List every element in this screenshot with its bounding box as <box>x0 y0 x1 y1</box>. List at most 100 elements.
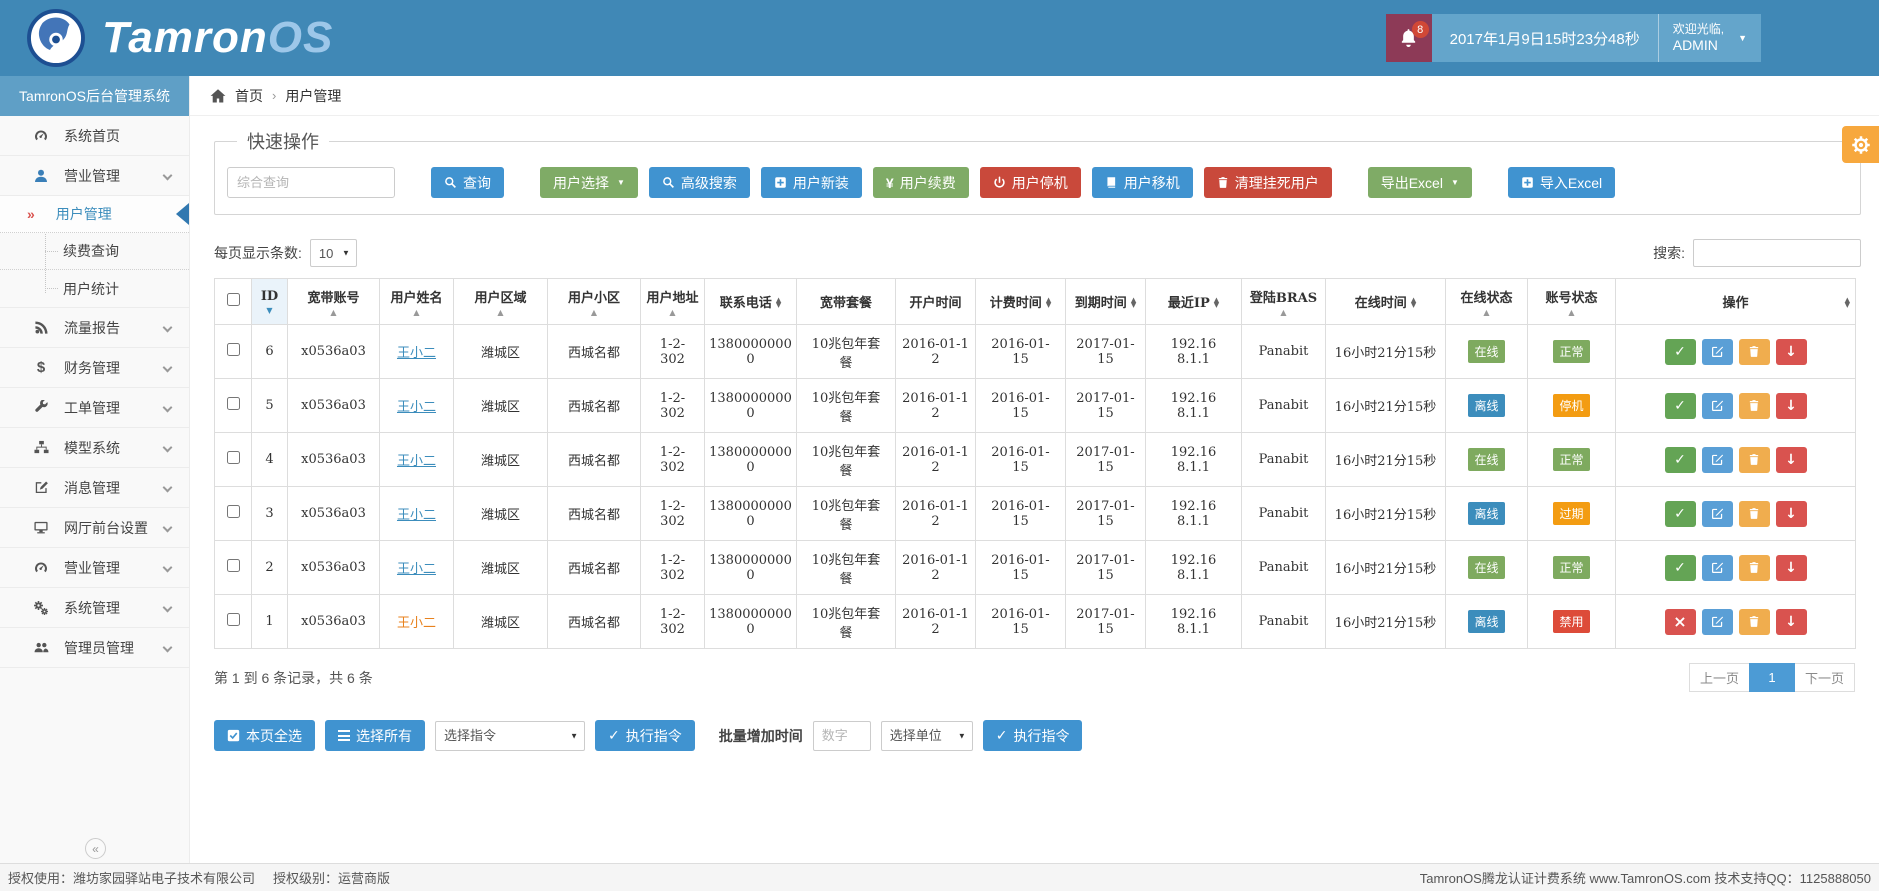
enable-user-button[interactable]: ✓ <box>1665 393 1696 419</box>
sidebar-item-user-mgmt[interactable]: » 用户管理 <box>0 196 189 233</box>
sidebar-item-admin-mgmt[interactable]: 管理员管理 <box>0 628 189 668</box>
row-checkbox[interactable] <box>227 505 240 518</box>
new-user-button[interactable]: 用户新装 <box>761 167 862 198</box>
row-checkbox[interactable] <box>227 451 240 464</box>
sort-desc-icon: ▼ <box>255 307 284 314</box>
row-checkbox[interactable] <box>227 559 240 572</box>
sidebar-item-workorder-mgmt[interactable]: 工单管理 <box>0 388 189 428</box>
header-account[interactable]: 宽带账号▲ <box>288 279 380 325</box>
page-1-button[interactable]: 1 <box>1749 663 1795 692</box>
enable-user-button[interactable]: ✓ <box>1665 555 1696 581</box>
download-user-button[interactable]: ↓ <box>1776 555 1807 581</box>
row-checkbox[interactable] <box>227 397 240 410</box>
suspend-user-button[interactable]: 用户停机 <box>980 167 1081 198</box>
download-user-button[interactable]: ↓ <box>1776 447 1807 473</box>
enable-user-button[interactable]: ✓ <box>1665 447 1696 473</box>
header-account-status[interactable]: 账号状态▲ <box>1528 279 1616 325</box>
header-ip[interactable]: 最近IP▲▼ <box>1146 279 1242 325</box>
edit-user-button[interactable] <box>1702 339 1733 365</box>
header-phone[interactable]: 联系电话▲▼ <box>705 279 797 325</box>
header-address[interactable]: 用户地址▲ <box>641 279 705 325</box>
user-name-link[interactable]: 王小二 <box>397 616 436 631</box>
cell-bras: Panabit <box>1242 595 1326 649</box>
user-select-dropdown[interactable]: 用户选择▼ <box>540 167 638 198</box>
sidebar-item-model-system[interactable]: 模型系统 <box>0 428 189 468</box>
user-name-link[interactable]: 王小二 <box>397 508 436 523</box>
delete-user-button[interactable] <box>1739 393 1770 419</box>
select-all-button[interactable]: 选择所有 <box>325 720 425 751</box>
delete-user-button[interactable] <box>1739 555 1770 581</box>
clean-dead-users-button[interactable]: 清理挂死用户 <box>1204 167 1332 198</box>
header-bras[interactable]: 登陆BRAS▲ <box>1242 279 1326 325</box>
sidebar-item-system-mgmt[interactable]: 系统管理 <box>0 588 189 628</box>
per-page-select[interactable]: 10 <box>310 239 357 267</box>
sidebar-item-traffic-report[interactable]: 流量报告 <box>0 308 189 348</box>
user-name-link[interactable]: 王小二 <box>397 400 436 415</box>
edit-user-button[interactable] <box>1702 609 1733 635</box>
sidebar-item-portal-settings[interactable]: 网厅前台设置 <box>0 508 189 548</box>
header-bill-date[interactable]: 计费时间▲▼ <box>976 279 1066 325</box>
header-expire-date[interactable]: 到期时间▲▼ <box>1066 279 1146 325</box>
enable-user-button[interactable]: ✓ <box>1665 339 1696 365</box>
row-checkbox[interactable] <box>227 613 240 626</box>
user-name-link[interactable]: 王小二 <box>397 562 436 577</box>
unit-select[interactable]: 选择单位 <box>881 721 973 751</box>
select-page-button[interactable]: 本页全选 <box>214 720 315 751</box>
header-plan[interactable]: 宽带套餐 <box>797 279 896 325</box>
download-user-button[interactable]: ↓ <box>1776 393 1807 419</box>
download-icon: ↓ <box>1785 507 1797 521</box>
select-all-checkbox[interactable] <box>227 293 240 306</box>
sidebar-item-system-home[interactable]: 系统首页 <box>0 116 189 156</box>
delete-user-button[interactable] <box>1739 609 1770 635</box>
settings-gear-button[interactable] <box>1842 126 1879 163</box>
edit-user-button[interactable] <box>1702 447 1733 473</box>
header-region[interactable]: 用户区域▲ <box>454 279 548 325</box>
query-button[interactable]: 查询 <box>431 167 504 198</box>
breadcrumb-home[interactable]: 首页 <box>235 86 263 106</box>
edit-user-button[interactable] <box>1702 393 1733 419</box>
table-search-input[interactable] <box>1693 239 1861 267</box>
enable-user-button[interactable]: ✓ <box>1665 501 1696 527</box>
renew-user-button[interactable]: ¥ 用户续费 <box>873 167 969 198</box>
download-user-button[interactable]: ↓ <box>1776 501 1807 527</box>
batch-number-input[interactable] <box>813 721 871 751</box>
execute-command-button[interactable]: ✓ 执行指令 <box>595 720 695 751</box>
header-online-time[interactable]: 在线时间▲▼ <box>1326 279 1446 325</box>
sidebar-item-message-mgmt[interactable]: 消息管理 <box>0 468 189 508</box>
sidebar-item-renewal-query[interactable]: 续费查询 <box>0 233 189 270</box>
header-online-status[interactable]: 在线状态▲ <box>1446 279 1528 325</box>
command-select[interactable]: 选择指令 <box>435 721 585 751</box>
prev-page-button[interactable]: 上一页 <box>1689 663 1750 692</box>
edit-user-button[interactable] <box>1702 555 1733 581</box>
export-excel-dropdown[interactable]: 导出Excel▼ <box>1368 167 1472 198</box>
download-user-button[interactable]: ↓ <box>1776 609 1807 635</box>
header-name[interactable]: 用户姓名▲ <box>380 279 454 325</box>
notification-badge: 8 <box>1412 21 1429 38</box>
download-user-button[interactable]: ↓ <box>1776 339 1807 365</box>
delete-user-button[interactable] <box>1739 501 1770 527</box>
next-page-button[interactable]: 下一页 <box>1794 663 1855 692</box>
header-community[interactable]: 用户小区▲ <box>548 279 641 325</box>
edit-user-button[interactable] <box>1702 501 1733 527</box>
header-id[interactable]: ID▼ <box>252 279 288 325</box>
sidebar-item-finance-mgmt[interactable]: $ 财务管理 <box>0 348 189 388</box>
sidebar-item-business-mgmt-2[interactable]: 营业管理 <box>0 548 189 588</box>
delete-user-button[interactable] <box>1739 447 1770 473</box>
move-user-button[interactable]: 用户移机 <box>1092 167 1193 198</box>
import-excel-button[interactable]: 导入Excel <box>1508 167 1615 198</box>
user-name-link[interactable]: 王小二 <box>397 346 436 361</box>
row-checkbox[interactable] <box>227 343 240 356</box>
delete-user-button[interactable] <box>1739 339 1770 365</box>
sidebar-item-business-mgmt[interactable]: 营业管理 <box>0 156 189 196</box>
user-name-link[interactable]: 王小二 <box>397 454 436 469</box>
quick-search-input[interactable] <box>227 167 395 198</box>
notifications-button[interactable]: 8 <box>1386 14 1432 62</box>
sidebar-item-user-stats[interactable]: 用户统计 <box>0 270 189 307</box>
user-menu[interactable]: 欢迎光临, ADMIN ▼ <box>1658 14 1761 62</box>
execute-batch-button[interactable]: ✓ 执行指令 <box>983 720 1083 751</box>
disable-user-button[interactable]: × <box>1665 609 1696 635</box>
sidebar-collapse-button[interactable]: « <box>85 838 106 859</box>
header-open-date[interactable]: 开户时间 <box>896 279 976 325</box>
cell-online-status: 在线 <box>1446 325 1528 379</box>
advanced-search-button[interactable]: 高级搜索 <box>649 167 750 198</box>
